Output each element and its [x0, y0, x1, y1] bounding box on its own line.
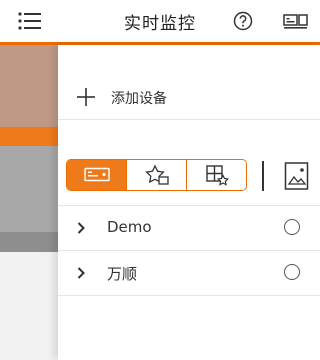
- add-device-button[interactable]: 添加设备: [58, 75, 320, 119]
- device-item[interactable]: Demo: [58, 205, 320, 250]
- device-list-icon[interactable]: [283, 12, 309, 30]
- divider: [58, 119, 320, 120]
- favorites-view-icon: [144, 164, 169, 185]
- device-drawer: 添加设备 Demo 万顺: [58, 45, 320, 360]
- picture-button[interactable]: [284, 161, 310, 191]
- plus-icon: [76, 87, 96, 107]
- device-list: Demo 万顺: [58, 205, 320, 296]
- layout-favorite-icon: [205, 165, 229, 186]
- device-select-radio[interactable]: [284, 219, 300, 235]
- tab-device-view[interactable]: [67, 160, 126, 190]
- tab-layout-favorites[interactable]: [186, 160, 246, 190]
- device-name: Demo: [107, 218, 152, 236]
- device-select-radio[interactable]: [284, 264, 300, 280]
- toolbar-divider: [262, 161, 264, 191]
- chevron-right-icon: [77, 222, 85, 234]
- chevron-right-icon: [77, 267, 85, 279]
- video-thumbnail: [0, 146, 58, 232]
- picture-icon: [284, 162, 309, 190]
- video-thumbnail-footer: [0, 232, 58, 252]
- help-icon[interactable]: [233, 11, 253, 31]
- video-thumbnail: [0, 45, 58, 127]
- page-title: 实时监控: [124, 14, 196, 34]
- add-device-label: 添加设备: [111, 91, 167, 107]
- view-mode-tabs: [66, 159, 247, 191]
- background-area: [0, 252, 58, 360]
- tab-favorites-view[interactable]: [126, 160, 186, 190]
- top-bar: 实时监控: [0, 0, 320, 45]
- device-item[interactable]: 万顺: [58, 250, 320, 296]
- device-view-icon: [83, 167, 110, 182]
- selected-channel-bar: [0, 127, 58, 146]
- device-name: 万顺: [107, 265, 138, 283]
